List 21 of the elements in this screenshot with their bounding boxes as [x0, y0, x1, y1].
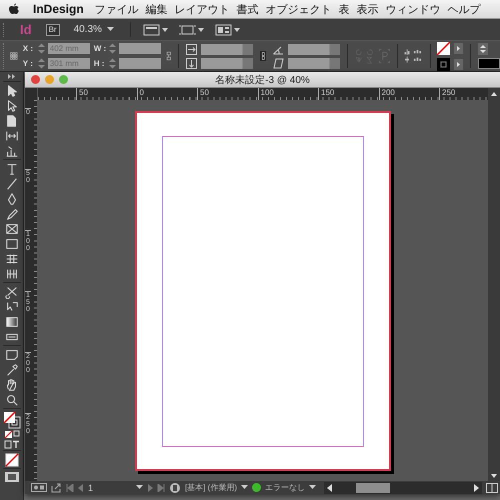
app-logo: Id [20, 22, 32, 37]
preflight-status[interactable]: エラーなし [265, 482, 305, 493]
field-label: W : [94, 44, 106, 53]
app-menu[interactable]: InDesign [33, 2, 84, 16]
zoom-dropdown[interactable]: 40.3% [70, 24, 118, 35]
menu-item[interactable]: ウィンドウ [386, 2, 441, 16]
field-label: H : [94, 59, 106, 68]
menu-item[interactable]: 表示 [356, 2, 379, 16]
menu-item[interactable]: ファイル [94, 2, 139, 16]
master-page-label[interactable]: [基本] (作業用) [185, 482, 237, 493]
field-label: Y : [22, 59, 34, 68]
menu-item[interactable]: レイアウト [174, 2, 230, 16]
menu-item[interactable]: ヘルプ [448, 2, 481, 16]
field-label: X : [22, 44, 34, 53]
bridge-button[interactable]: Br [46, 24, 60, 36]
menu-item[interactable]: オブジェクト [266, 2, 332, 16]
window-title: 名称未設定-3 @ 40% [215, 74, 310, 86]
menu-item[interactable]: 編集 [146, 2, 168, 16]
menu-item[interactable]: 書式 [236, 2, 259, 16]
page-number-field[interactable]: 1 [88, 482, 132, 492]
menu-item[interactable]: 表 [338, 2, 350, 16]
